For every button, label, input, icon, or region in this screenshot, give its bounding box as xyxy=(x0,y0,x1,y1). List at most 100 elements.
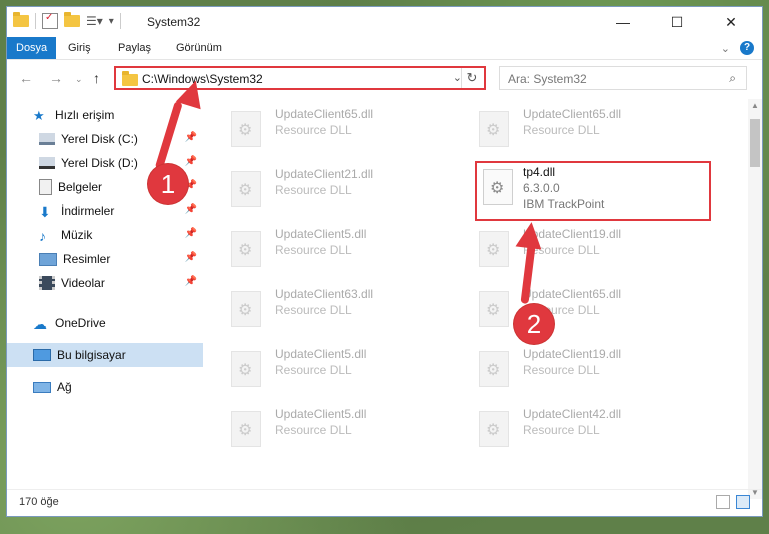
dll-file-icon xyxy=(231,291,261,327)
file-description: Resource DLL xyxy=(275,423,352,437)
tab-dosya[interactable]: Dosya xyxy=(7,37,57,59)
file-description: Resource DLL xyxy=(275,243,352,257)
video-icon xyxy=(39,276,55,290)
drive-icon xyxy=(39,157,55,169)
file-description: IBM TrackPoint xyxy=(523,197,605,211)
sidebar-item-label: Bu bilgisayar xyxy=(57,348,126,362)
maximize-button[interactable]: ☐ xyxy=(654,7,700,37)
sidebar-item-this-pc[interactable]: Bu bilgisayar xyxy=(7,343,203,367)
list-item[interactable]: UpdateClient19.dll Resource DLL xyxy=(455,343,675,395)
up-icon[interactable]: ↑ xyxy=(93,70,100,86)
list-item[interactable]: UpdateClient65.dll Resource DLL xyxy=(455,103,675,155)
scrollbar-thumb[interactable] xyxy=(750,119,760,167)
customize-toolbar-icon[interactable]: ▾ xyxy=(109,16,114,27)
list-item[interactable]: UpdateClient63.dll Resource DLL xyxy=(207,283,427,335)
file-description: Resource DLL xyxy=(523,123,600,137)
star-icon: ★ xyxy=(33,108,45,123)
pin-icon[interactable]: 📌 xyxy=(185,276,197,287)
new-folder-icon[interactable] xyxy=(64,12,80,27)
list-item[interactable]: UpdateClient42.dll Resource DLL xyxy=(455,403,675,455)
file-name: UpdateClient65.dll xyxy=(523,287,622,301)
file-name: UpdateClient5.dll xyxy=(275,347,367,361)
annotation-badge-2: 2 xyxy=(514,304,554,344)
help-icon[interactable]: ? xyxy=(740,41,754,55)
navigation-pane: ★ Hızlı erişim Yerel Disk (C:) 📌 Yerel D… xyxy=(7,99,203,479)
sidebar-item-onedrive[interactable]: ☁ OneDrive xyxy=(7,311,203,335)
pin-icon[interactable]: 📌 xyxy=(185,156,197,167)
computer-icon xyxy=(33,349,51,361)
dll-file-icon xyxy=(231,171,261,207)
sidebar-item-videos[interactable]: Videolar 📌 xyxy=(7,271,203,295)
folder-icon xyxy=(13,12,29,27)
pin-icon[interactable]: 📌 xyxy=(185,228,197,239)
refresh-icon[interactable]: ↻ xyxy=(461,68,482,88)
details-view-icon[interactable] xyxy=(716,495,730,509)
dll-file-icon xyxy=(231,411,261,447)
file-name: UpdateClient65.dll xyxy=(523,107,622,121)
file-name: UpdateClient63.dll xyxy=(275,287,374,301)
title-bar: ✓ ☰▾ ▾ System32 — ☐ ✕ xyxy=(7,7,762,37)
dll-file-icon xyxy=(479,111,509,147)
list-item[interactable]: UpdateClient19.dll Resource DLL xyxy=(455,223,675,275)
search-placeholder: Ara: System32 xyxy=(508,72,587,86)
tab-gorunum[interactable]: Görünüm xyxy=(167,37,231,59)
sidebar-item-music[interactable]: ♪ Müzik 📌 xyxy=(7,223,203,247)
sidebar-item-label: OneDrive xyxy=(55,316,106,330)
tab-giris[interactable]: Giriş xyxy=(59,37,100,59)
tiles-view-icon[interactable] xyxy=(736,495,750,509)
search-icon[interactable]: ⌕ xyxy=(729,71,736,86)
properties-icon[interactable]: ✓ xyxy=(42,12,58,29)
file-name: UpdateClient65.dll xyxy=(275,107,374,121)
sidebar-item-label: İndirmeler xyxy=(61,204,115,218)
list-item[interactable]: UpdateClient5.dll Resource DLL xyxy=(207,343,427,395)
file-description: Resource DLL xyxy=(523,423,600,437)
scroll-up-icon[interactable]: ▲ xyxy=(751,101,759,110)
list-item[interactable]: UpdateClient5.dll Resource DLL xyxy=(207,223,427,275)
vertical-scrollbar[interactable]: ▲ ▼ xyxy=(748,99,762,499)
file-description: Resource DLL xyxy=(523,363,600,377)
folder-icon xyxy=(122,71,138,86)
sidebar-item-pictures[interactable]: Resimler 📌 xyxy=(7,247,203,271)
file-name: UpdateClient5.dll xyxy=(275,407,367,421)
dll-file-icon xyxy=(231,231,261,267)
recent-locations-icon[interactable]: ⌄ xyxy=(75,74,83,85)
sidebar-item-label: Hızlı erişim xyxy=(55,108,115,122)
file-list: UpdateClient65.dll Resource DLL UpdateCl… xyxy=(207,99,752,479)
search-input[interactable]: Ara: System32 ⌕ xyxy=(499,66,747,90)
network-icon xyxy=(33,381,51,393)
back-icon[interactable]: ← xyxy=(19,70,33,86)
dll-file-icon xyxy=(231,111,261,147)
dll-file-icon xyxy=(479,231,509,267)
divider xyxy=(119,13,121,29)
sidebar-item-label: Belgeler xyxy=(58,180,103,194)
pin-icon[interactable]: 📌 xyxy=(185,132,197,143)
pin-icon[interactable]: 📌 xyxy=(185,252,197,263)
list-item[interactable]: UpdateClient5.dll Resource DLL xyxy=(207,403,427,455)
address-bar[interactable]: C:\Windows\System32 ⌄ ↻ xyxy=(114,66,486,90)
documents-icon xyxy=(39,179,52,195)
file-name: UpdateClient42.dll xyxy=(523,407,622,421)
dll-file-icon xyxy=(483,169,513,205)
list-item[interactable]: UpdateClient65.dll Resource DLL xyxy=(455,283,675,335)
sidebar-item-label: Yerel Disk (C:) xyxy=(61,132,138,146)
forward-icon[interactable]: → xyxy=(49,70,63,86)
list-item-tp4-dll[interactable]: tp4.dll 6.3.0.0 IBM TrackPoint xyxy=(475,161,711,221)
ribbon-expand-icon[interactable]: ⌄ xyxy=(721,42,730,55)
dll-file-icon xyxy=(231,351,261,387)
file-name: tp4.dll xyxy=(523,165,556,179)
window-title: System32 xyxy=(147,15,201,29)
view-options-icon[interactable]: ☰▾ xyxy=(86,14,103,28)
file-name: UpdateClient21.dll xyxy=(275,167,374,181)
explorer-window: ✓ ☰▾ ▾ System32 — ☐ ✕ Dosya Giriş Paylaş… xyxy=(6,6,763,517)
cloud-icon: ☁ xyxy=(33,316,47,332)
tab-paylas[interactable]: Paylaş xyxy=(109,37,160,59)
list-item[interactable]: UpdateClient21.dll Resource DLL xyxy=(207,163,427,215)
list-item[interactable]: UpdateClient65.dll Resource DLL xyxy=(207,103,427,155)
minimize-button[interactable]: — xyxy=(600,7,646,37)
sidebar-item-label: Ağ xyxy=(57,380,72,394)
sidebar-item-label: Yerel Disk (D:) xyxy=(61,156,138,170)
close-button[interactable]: ✕ xyxy=(708,7,754,37)
sidebar-item-network[interactable]: Ağ xyxy=(7,375,203,399)
drive-icon xyxy=(39,133,55,145)
pin-icon[interactable]: 📌 xyxy=(185,204,197,215)
